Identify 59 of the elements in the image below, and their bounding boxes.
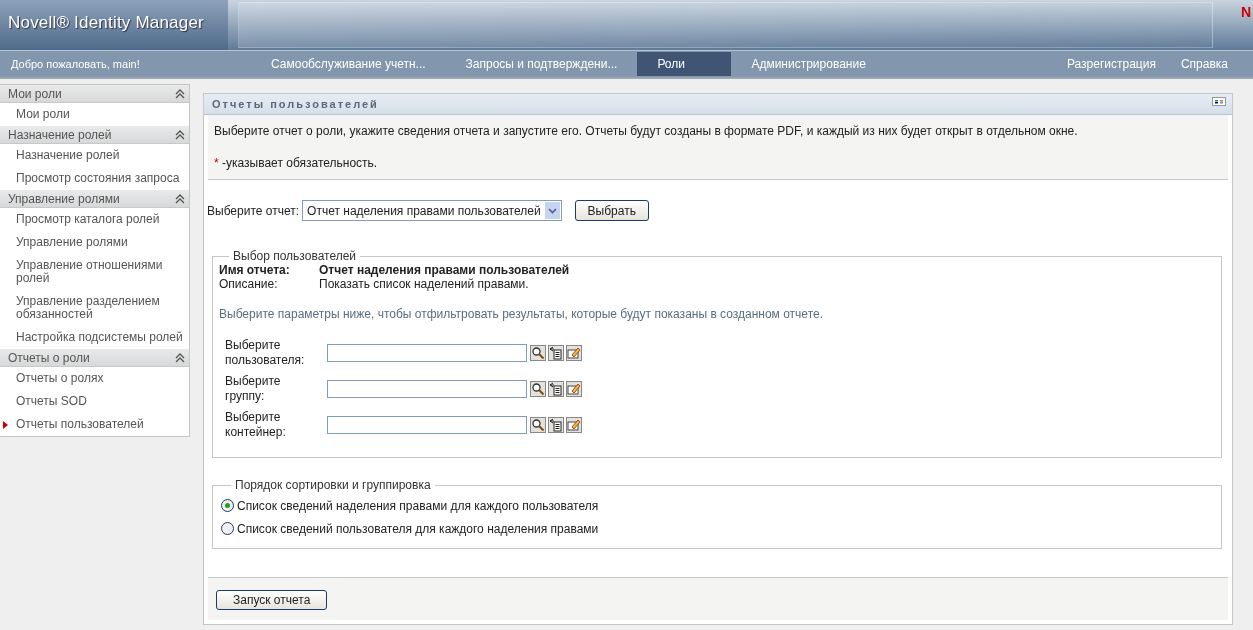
radio-button[interactable] <box>221 499 234 512</box>
sort-option[interactable]: Список сведений пользователя для каждого наделения правами <box>221 517 599 540</box>
intro-text: Выберите отчет о роли, укажите сведения отчета и запустите его. Отчеты будут созданы в формате PDF, и каждый из них будет открыт в отдельном окне. <box>214 124 1079 138</box>
list-icon[interactable] <box>548 381 564 397</box>
group-title: Назначение ролей <box>7 127 112 142</box>
dropdown-caret-icon <box>544 202 560 219</box>
collapse-icon[interactable] <box>175 352 185 363</box>
field-label: Выберите пользователя: <box>224 338 306 368</box>
collapse-icon[interactable] <box>175 88 185 99</box>
report-dropdown[interactable]: Отчет наделения правами пользователей <box>302 200 562 221</box>
search-icon[interactable] <box>530 345 546 361</box>
list-icon[interactable] <box>548 417 564 433</box>
description-label: Описание: <box>219 277 279 291</box>
radio-button[interactable] <box>221 522 234 535</box>
sidebar-item[interactable]: Управление отношениями ролей <box>16 259 185 285</box>
collapse-icon[interactable] <box>175 193 185 204</box>
sidebar-item[interactable]: Управление ролями <box>16 236 185 249</box>
report-label: Выберите отчет: <box>207 203 300 218</box>
layout-icon[interactable] <box>1212 96 1226 106</box>
eraser-icon[interactable] <box>566 381 582 397</box>
input-field[interactable] <box>327 380 527 398</box>
run-report-button[interactable]: Запуск отчета <box>216 590 328 610</box>
search-icon[interactable] <box>530 381 546 397</box>
sidebar-item[interactable]: Управление разделением обязанностей <box>16 295 185 321</box>
sidebar-item[interactable]: Настройка подсистемы ролей <box>16 331 185 344</box>
list-icon[interactable] <box>548 345 564 361</box>
sidebar-item[interactable]: Отчеты о ролях <box>16 372 185 385</box>
required-mark: * <box>214 156 219 170</box>
collapse-icon[interactable] <box>175 129 185 140</box>
sidebar-item[interactable]: Отчеты пользователей <box>16 418 185 431</box>
report-name-value: Отчет наделения правами пользователей <box>319 263 570 277</box>
sidebar-item[interactable]: Просмотр каталога ролей <box>16 213 185 226</box>
sort-option[interactable]: Список сведений наделения правами для каждого пользователя <box>221 494 599 517</box>
sidebar-item[interactable]: Отчеты SOD <box>16 395 185 408</box>
group-title: Управление ролями <box>7 191 120 206</box>
report-name-label: Имя отчета: <box>219 263 291 277</box>
required-note: -указывает обязательность. <box>222 156 378 170</box>
filter-hint: Выберите параметры ниже, чтобы отфильтровать результаты, которые будут показаны в созданном отчете. <box>219 307 824 321</box>
panel-title: Отчеты пользователей <box>212 98 379 110</box>
group-legend: Выбор пользователей <box>229 249 361 263</box>
field-label: Выберите группу: <box>224 374 282 404</box>
input-field[interactable] <box>327 416 527 434</box>
field-label: Выберите контейнер: <box>224 410 287 440</box>
group-title: Отчеты о роли <box>7 350 90 365</box>
nav-tab[interactable]: Роли <box>637 52 732 76</box>
eraser-icon[interactable] <box>566 417 582 433</box>
welcome-text: Добро пожаловать, main! <box>10 58 141 70</box>
group-legend: Порядок сортировки и группировка <box>231 478 435 492</box>
sidebar-item[interactable]: Просмотр состояния запроса <box>16 172 185 185</box>
eraser-icon[interactable] <box>566 345 582 361</box>
sidebar-item[interactable]: Назначение ролей <box>16 149 185 162</box>
group-title: Мои роли <box>7 86 62 101</box>
app-title: Novell® Identity Manager <box>0 0 228 50</box>
search-icon[interactable] <box>530 417 546 433</box>
logo-mark: N <box>1240 4 1251 20</box>
input-field[interactable] <box>327 344 527 362</box>
select-button[interactable]: Выбрать <box>574 200 649 221</box>
sidebar-item[interactable]: Мои роли <box>16 108 185 121</box>
description-value: Показать список наделений правами. <box>319 277 529 291</box>
